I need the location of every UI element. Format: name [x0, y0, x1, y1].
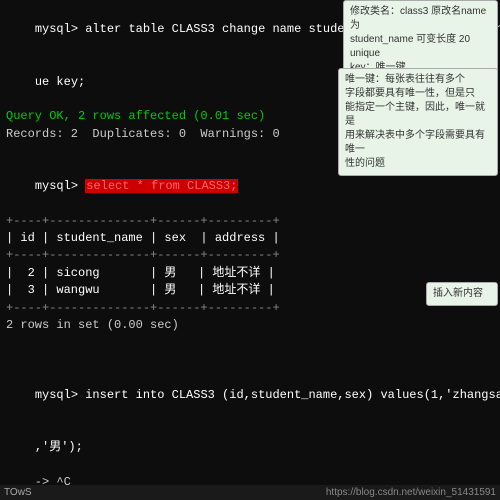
table1-top: +----+--------------+------+---------+ — [6, 213, 494, 230]
prompt-1: mysql> — [35, 22, 85, 36]
note-unique-key: 唯一键：每张表往往有多个 字段都要具有唯一性，但是只 能指定一个主键，因此，唯一… — [338, 68, 498, 176]
bottom-left-text: TOwS — [4, 487, 32, 498]
terminal-window: mysql> alter table CLASS3 change name st… — [0, 0, 500, 500]
bottom-right-url: https://blog.csdn.net/weixin_51431591 — [326, 487, 496, 498]
table1-bottom: +----+--------------+------+---------+ — [6, 300, 494, 317]
bottom-bar: TOwS https://blog.csdn.net/weixin_514315… — [0, 485, 500, 500]
line-insert2: ,'男'); — [6, 421, 494, 473]
line-insert1: mysql> insert into CLASS3 (id,student_na… — [6, 369, 494, 421]
table1-row2: | 3 | wangwu | 男 | 地址不详 | — [6, 282, 494, 299]
cmd-2: ue key; — [35, 75, 85, 89]
table1-rowcount: 2 rows in set (0.00 sec) — [6, 317, 494, 334]
blank-1 — [6, 334, 494, 351]
blank-2 — [6, 352, 494, 369]
table1-mid: +----+--------------+------+---------+ — [6, 247, 494, 264]
select-cmd-1: select * from CLASS3; — [85, 179, 238, 193]
table1-header: | id | student_name | sex | address | — [6, 230, 494, 247]
note-insert: 插入新内容 — [426, 282, 498, 306]
table1-row1: | 2 | sicong | 男 | 地址不详 | — [6, 265, 494, 282]
